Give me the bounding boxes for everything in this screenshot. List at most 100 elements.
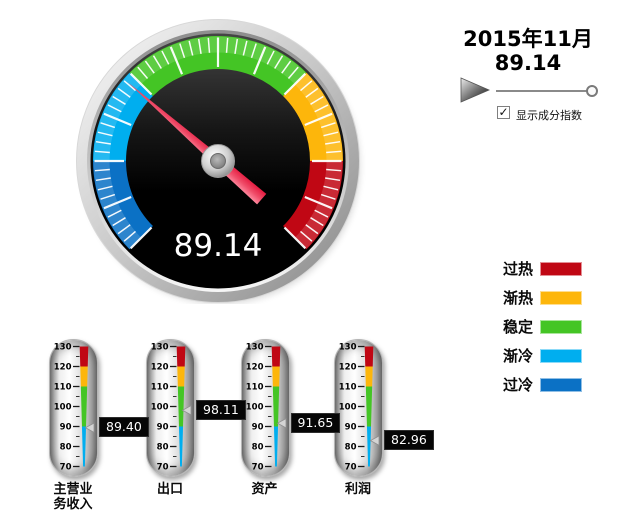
thermo-tick-label: 80 [60,443,72,453]
thermo-band [271,366,280,387]
thermo-tick-label: 120 [245,363,263,373]
main-gauge: 89.14 [70,18,366,304]
thermo-tick-label: 110 [54,383,72,393]
thermo-label-line: 务收入 [53,497,93,512]
thermo-label-line: 利润 [344,482,371,497]
thermo-band [365,386,373,427]
thermo-label: 出口 [123,482,218,497]
legend-row: 过热 [460,254,582,283]
thermo-capsule: 70 80 90 100 110 120 130 [334,339,383,477]
thermometer: 70 80 90 100 110 120 130 89.40 主营业 务收入 [26,339,149,515]
thermo-marker[interactable] [181,405,192,416]
thermo-scale: 70 80 90 100 110 120 130 [151,343,192,473]
thermo-band [272,386,279,427]
thermo-band [273,426,278,467]
thermo-tick-label: 110 [245,383,263,393]
thermo-tick-label: 110 [151,383,169,393]
thermo-tick-label: 80 [157,443,169,453]
gauge-hub-center [210,153,226,169]
thermo-band [366,426,372,467]
gauge-value: 89.14 [174,228,263,264]
header-value: 89.14 [494,51,562,75]
legend-label: 渐冷 [502,347,533,365]
thermo-label-line: 主营业 [53,482,93,497]
thermo-value-tooltip: 82.96 [384,430,434,451]
thermo-band [271,346,280,367]
thermo-value-tooltip: 91.65 [290,412,341,433]
thermo-band [364,346,374,367]
thermo-tick-label: 130 [339,343,357,353]
legend-row: 过冷 [460,370,582,399]
thermo-tick-label: 100 [151,403,169,413]
legend-swatch [540,377,582,392]
thermo-value-tooltip: 98.11 [196,399,246,420]
thermo-tick-label: 90 [157,423,169,433]
thermo-capsule: 70 80 90 100 110 120 130 [146,339,195,477]
legend-row: 稳定 [460,312,582,341]
thermo-band [365,366,373,387]
thermo-capsule: 70 80 90 100 110 120 130 [240,339,290,477]
play-button[interactable] [460,77,490,103]
thermo-tick-label: 70 [60,463,72,473]
thermo-tick-label: 90 [60,423,72,433]
thermo-tick-label: 120 [54,363,72,373]
thermo-value-tooltip: 89.40 [99,417,149,438]
thermo-label-line: 出口 [156,482,183,497]
thermo-tick-label: 130 [151,343,169,353]
time-slider-handle[interactable] [586,85,598,97]
thermo-tick-label: 100 [339,403,357,413]
thermo-band [177,366,185,387]
thermo-tick-label: 110 [339,383,357,393]
legend-label: 过冷 [502,376,533,394]
thermo-scale: 70 80 90 100 110 120 130 [245,343,286,473]
thermo-band [81,426,87,467]
header-date: 2015年11月 [463,27,593,51]
header: 2015年11月 89.14 [440,27,616,75]
thermo-marker[interactable] [84,422,95,433]
thermo-tick-label: 70 [157,463,169,473]
thermo-tick-label: 70 [251,463,263,473]
thermo-tick-label: 70 [345,463,357,473]
thermo-label: 主营业 务收入 [26,482,121,512]
thermo-tick-label: 80 [345,443,357,453]
legend-swatch [540,290,582,305]
legend-row: 渐冷 [460,341,582,370]
dashboard: 89.14 2015年11月 89.14 ✓ 显示成分指数 过热渐热稳定渐冷过冷… [0,0,620,515]
thermo-band [80,386,88,427]
thermo-band [176,346,186,367]
legend-swatch [540,348,582,363]
legend-swatch [540,261,582,276]
thermo-marker[interactable] [369,435,380,446]
legend-row: 渐热 [460,283,582,312]
thermo-tick-label: 90 [251,423,263,433]
thermometer: 70 80 90 100 110 120 130 91.65 资产 [217,339,341,515]
thermo-tick-label: 100 [245,403,263,413]
show-components-checkbox-label: 显示成分指数 [516,109,582,122]
thermo-label-line: 资产 [251,482,278,497]
thermo-capsule: 70 80 90 100 110 120 130 [49,339,98,477]
thermo-tick-label: 120 [151,363,169,373]
thermo-tick-label: 80 [251,443,263,453]
thermo-band [80,366,88,387]
thermo-marker[interactable] [276,417,286,429]
time-slider-track[interactable] [496,90,592,92]
thermo-tick-label: 100 [54,403,72,413]
thermo-label: 资产 [217,482,312,497]
thermo-tick-label: 120 [339,363,357,373]
legend-label: 过热 [502,260,533,278]
legend: 过热渐热稳定渐冷过冷 [460,254,582,399]
play-icon [460,77,490,103]
thermo-scale: 70 80 90 100 110 120 130 [339,343,380,473]
legend-swatch [540,319,582,334]
thermo-scale: 70 80 90 100 110 120 130 [54,343,95,473]
legend-label: 渐热 [502,289,533,307]
thermo-band [79,346,89,367]
thermo-tick-label: 130 [54,343,72,353]
legend-label: 稳定 [502,318,533,336]
show-components-checkbox[interactable]: ✓ [497,106,510,119]
main-gauge-svg: 89.14 [76,19,360,304]
thermo-band [177,386,185,427]
thermo-label: 利润 [311,482,406,497]
thermo-tick-label: 130 [245,343,263,353]
thermo-tick-label: 90 [345,423,357,433]
